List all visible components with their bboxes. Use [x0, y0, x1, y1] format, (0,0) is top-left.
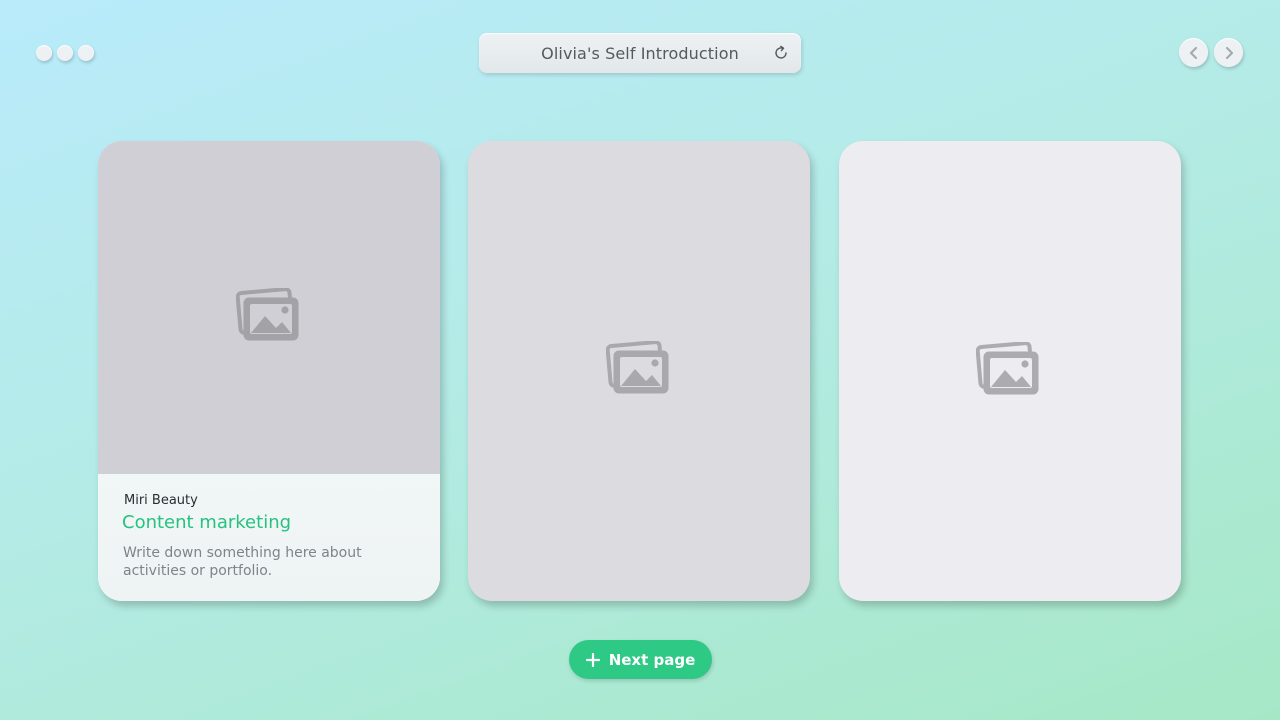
next-page-label: Next page: [608, 650, 696, 669]
job-role: Content marketing: [122, 512, 292, 533]
window-dot-3[interactable]: [78, 45, 94, 61]
portfolio-card-2[interactable]: [468, 141, 810, 601]
portfolio-card-1[interactable]: Miri Beauty Content marketing Write down…: [98, 141, 440, 601]
image-placeholder-icon: [236, 288, 299, 341]
next-arrow-button[interactable]: [1214, 38, 1243, 67]
portfolio-card-3[interactable]: [839, 141, 1181, 601]
company-name: Miri Beauty: [124, 493, 198, 508]
chevron-left-icon: [1189, 46, 1197, 59]
window-controls: [36, 45, 94, 61]
prev-button[interactable]: [1179, 38, 1208, 67]
card-image-placeholder[interactable]: [98, 141, 440, 474]
window-dot-2[interactable]: [57, 45, 73, 61]
title-bar: Olivia's Self Introduction: [479, 33, 801, 73]
card-image-placeholder[interactable]: [468, 141, 810, 601]
plus-icon: [585, 652, 600, 667]
page-title: Olivia's Self Introduction: [541, 44, 739, 63]
refresh-icon[interactable]: [773, 45, 789, 61]
card-description: Write down something here about activiti…: [123, 545, 362, 579]
card-image-placeholder[interactable]: [839, 141, 1181, 601]
image-placeholder-icon: [606, 341, 669, 394]
chevron-right-icon: [1225, 46, 1233, 59]
card-info: Miri Beauty Content marketing Write down…: [98, 474, 440, 601]
page-navigation: [1179, 38, 1243, 67]
window-dot-1[interactable]: [36, 45, 52, 61]
next-page-button[interactable]: Next page: [569, 640, 712, 679]
image-placeholder-icon: [976, 342, 1039, 395]
